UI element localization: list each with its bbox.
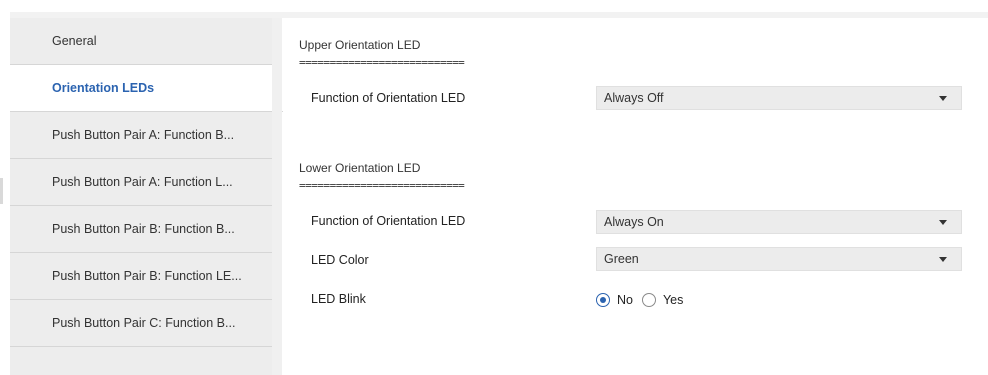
sidebar-item-push-button-pair-a-function-l[interactable]: Push Button Pair A: Function L...: [10, 159, 282, 206]
select-value: Always On: [604, 215, 664, 229]
sidebar-item-orientation-leds[interactable]: Orientation LEDs: [10, 65, 283, 112]
select-value: Green: [604, 252, 639, 266]
sidebar-item-label: Orientation LEDs: [52, 81, 155, 95]
upper-function-label: Function of Orientation LED: [311, 91, 466, 105]
sidebar: General Orientation LEDs Push Button Pai…: [10, 18, 283, 375]
led-color-label: LED Color: [311, 253, 369, 267]
sidebar-item-push-button-pair-b-function-le[interactable]: Push Button Pair B: Function LE...: [10, 253, 282, 300]
sidebar-item-label: Push Button Pair B: Function B...: [52, 222, 235, 236]
select-value: Always Off: [604, 91, 664, 105]
led-color-select[interactable]: Green: [596, 247, 962, 271]
sidebar-scroll-gutter: [272, 18, 282, 375]
sidebar-item-push-button-pair-a-function-b[interactable]: Push Button Pair A: Function B...: [10, 112, 282, 159]
lower-section-title: Lower Orientation LED: [299, 161, 421, 175]
sidebar-item-push-button-pair-b-function-b[interactable]: Push Button Pair B: Function B...: [10, 206, 282, 253]
led-blink-radio-group: No Yes: [596, 289, 692, 311]
upper-section-title: Upper Orientation LED: [299, 38, 421, 52]
sidebar-item-push-button-pair-c-function-b[interactable]: Push Button Pair C: Function B...: [10, 300, 282, 347]
lower-function-label: Function of Orientation LED: [311, 214, 466, 228]
lower-section-separator: ===========================: [299, 179, 465, 192]
sidebar-item-label: Push Button Pair B: Function LE...: [52, 269, 242, 283]
sidebar-item-label: General: [52, 34, 97, 48]
led-blink-yes-radio[interactable]: [641, 293, 656, 307]
chevron-down-icon: [939, 257, 947, 262]
sidebar-item-label: Push Button Pair C: Function B...: [52, 316, 236, 330]
led-blink-no-radio[interactable]: [596, 293, 610, 307]
parameter-panel: Upper Orientation LED ==================…: [290, 18, 988, 375]
led-blink-no-label[interactable]: No: [617, 293, 633, 307]
sidebar-item-label: Push Button Pair A: Function L...: [52, 175, 233, 189]
top-bar: [0, 0, 988, 12]
led-blink-label: LED Blink: [311, 292, 366, 306]
upper-section-separator: ===========================: [299, 56, 465, 69]
upper-function-select[interactable]: Always Off: [596, 86, 962, 110]
resize-handle[interactable]: [0, 178, 3, 204]
lower-function-select[interactable]: Always On: [596, 210, 962, 234]
led-blink-yes-label[interactable]: Yes: [663, 293, 683, 307]
chevron-down-icon: [939, 220, 947, 225]
chevron-down-icon: [939, 96, 947, 101]
sidebar-item-label: Push Button Pair A: Function B...: [52, 128, 235, 142]
sidebar-item-general[interactable]: General: [10, 18, 282, 65]
